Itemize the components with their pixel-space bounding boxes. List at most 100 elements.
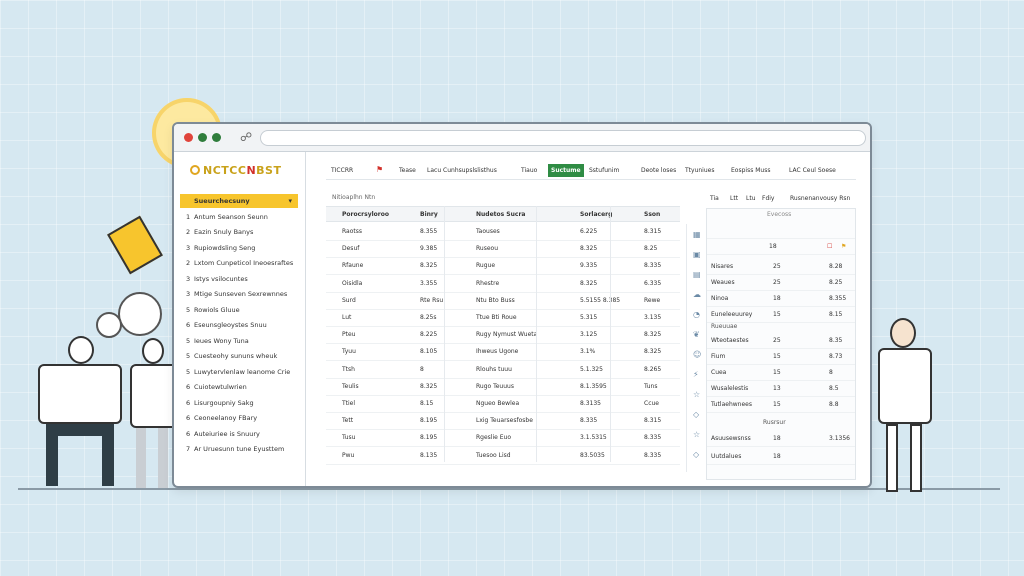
summary-tab[interactable]: Ltt xyxy=(730,195,738,202)
leaf-icon[interactable]: ❦ xyxy=(693,330,700,339)
sidebar-item[interactable]: 6 Lisurgoupniy Sakg xyxy=(180,396,298,410)
column-header[interactable]: Binry xyxy=(420,211,438,218)
summary-row: Wusalelestis 13 8.5 xyxy=(707,381,855,397)
sidebar-item[interactable]: 7 Ar Uruesunn tune Eyusttem xyxy=(180,442,298,456)
toolbar-item[interactable]: LAC Ceul Soese xyxy=(786,164,839,177)
sidebar-item-label: Rupiowdsling Seng xyxy=(194,243,256,252)
toolbar-item[interactable]: Tiauo xyxy=(518,164,540,177)
table-row[interactable]: Raotss 8.355 Taouses 6.225 8.315 xyxy=(326,224,680,241)
summary-tab[interactable]: Rusnenanvousy Rsn xyxy=(790,195,850,202)
sidebar-item[interactable]: 6 Ceoneelanoy FBary xyxy=(180,411,298,425)
table-row[interactable]: Tett 8.195 Lxig Teuarsesfosbe 8.335 8.315 xyxy=(326,413,680,431)
table-cell: 8 xyxy=(420,365,424,373)
table-cell: 8.355 xyxy=(420,228,438,235)
table-row[interactable]: Teulis 8.325 Rugo Teuuus 8.1.3595 Tuns xyxy=(326,379,680,396)
toolbar-item[interactable]: Lacu Cunhsupslslisthus xyxy=(424,164,500,177)
column-header[interactable]: Sson xyxy=(644,211,660,218)
summary-tab[interactable]: Fdiy xyxy=(762,195,774,202)
refresh-icon[interactable]: ☍ xyxy=(240,130,252,144)
address-bar[interactable] xyxy=(260,130,866,146)
sidebar-item-number: 7 xyxy=(186,445,191,453)
table-row[interactable]: Oisidla 3.355 Rhestre 8.325 6.335 xyxy=(326,276,680,293)
logo-icon xyxy=(190,165,200,175)
sidebar-item[interactable]: 3 Istys vsilocuntes xyxy=(180,272,298,286)
close-window-button[interactable] xyxy=(184,133,193,142)
table-cell: 8.325 xyxy=(420,382,438,390)
table-row[interactable]: Ttiel 8.15 Ngueo Bewlea 8.3135 Ccue xyxy=(326,396,680,413)
summary-tab[interactable]: Ltu xyxy=(746,195,756,202)
table-cell: Oisidla xyxy=(342,279,363,287)
sidebar-item[interactable]: 5 Cuesteohy sununs wheuk xyxy=(180,349,298,363)
drop-icon[interactable]: ◇ xyxy=(693,450,699,459)
table-row[interactable]: Pteu 8.225 Rugy Nymust Wueta 3.125 8.325 xyxy=(326,327,680,345)
sidebar-item-number: 6 xyxy=(186,414,191,422)
table-cell: 3.135 xyxy=(644,314,662,321)
main-content: ⚑ TICCRR Tease Lacu Cunhsupslslisthus Tiauo… xyxy=(316,152,870,486)
sidebar-item[interactable]: 2 Eazin Snuly Banys xyxy=(180,225,298,239)
summary-cell: 15 xyxy=(773,401,781,408)
star-icon[interactable]: ☆ xyxy=(693,430,700,439)
column-header[interactable]: Porocrsyloroo xyxy=(342,211,389,218)
table-row[interactable]: Lut 8.25s Ttue Bti Roue 5.315 3.135 xyxy=(326,310,680,327)
chevron-down-icon[interactable]: ▾ xyxy=(288,194,292,208)
table-row[interactable]: Surd Rte Rsu Ntu Bto Buss 5.5155 8.385 Rewe xyxy=(326,293,680,310)
chart-icon[interactable]: ▤ xyxy=(693,270,701,279)
table-cell: 8.325 xyxy=(580,245,598,253)
sidebar-item-label: Ar Uruesunn tune Eyusttem xyxy=(194,445,285,453)
table-cell: 3.125 xyxy=(580,331,598,339)
table-row[interactable]: Tyuu 8.105 Ihweus Ugone 3.1% 8.325 xyxy=(326,344,680,362)
table-cell: Tyuu xyxy=(342,348,356,356)
summary-caption: Evecoss xyxy=(767,211,792,218)
toolbar-item[interactable]: Sstufunim xyxy=(586,164,622,177)
toolbar-item[interactable]: Deote loses xyxy=(638,164,679,177)
toolbar-item[interactable]: Tease xyxy=(396,164,419,177)
summary-tabs: Tia Ltt Ltu Fdiy Rusnenanvousy Rsn xyxy=(706,194,856,206)
toolbar-item[interactable]: TICCRR xyxy=(328,164,356,177)
star-icon[interactable]: ☆ xyxy=(693,390,700,399)
summary-tab[interactable]: Tia xyxy=(710,195,719,202)
flag-icon[interactable]: ⚑ xyxy=(841,243,846,250)
column-header[interactable]: Nudetos Sucra xyxy=(476,211,525,218)
sidebar-item[interactable]: 5 Rowiols Gluue xyxy=(180,303,298,317)
box-icon[interactable]: ▣ xyxy=(693,250,701,259)
sidebar-item[interactable]: 6 Auteiuriee is Snuury xyxy=(180,427,298,441)
close-icon[interactable]: ☐ xyxy=(827,243,832,250)
table-cell: Tuns xyxy=(644,382,658,390)
toolbar-item[interactable]: Eospiss Muss xyxy=(728,164,773,177)
sidebar-item-number: 2 xyxy=(186,228,191,236)
user-icon[interactable]: ☺ xyxy=(693,350,701,359)
maximize-window-button[interactable] xyxy=(212,133,221,142)
sidebar-item[interactable]: 3 Rupiowdsling Seng xyxy=(180,241,298,255)
sidebar-item[interactable]: Sueurchecsuny ▾ xyxy=(180,194,298,208)
minimize-window-button[interactable] xyxy=(198,133,207,142)
bolt-icon[interactable]: ⚡ xyxy=(693,370,699,379)
table-cell: Tuesoo Lisd xyxy=(476,451,511,459)
table-row[interactable]: Pwu 8.135 Tuesoo Lisd 83.5035 8.335 xyxy=(326,448,680,465)
sidebar-item[interactable]: 1 Antum Seanson Seunn xyxy=(180,210,298,224)
sidebar-item[interactable]: 5 Luwytervlenlaw leanome Crie xyxy=(180,365,298,379)
sidebar-item-number: 5 xyxy=(186,336,191,345)
toolbar-item[interactable]: Ttyuniues xyxy=(682,164,717,177)
cloud-icon[interactable]: ☁ xyxy=(693,290,701,299)
sidebar-item[interactable]: 6 Eseunsgleoystes Snuu xyxy=(180,318,298,332)
table-row[interactable]: Tusu 8.195 Rgeslie Euo 3.1.5315 8.335 xyxy=(326,430,680,448)
gauge-icon[interactable]: ◔ xyxy=(693,310,700,319)
table-row[interactable]: Desuf 9.385 Ruseou 8.325 8.25 xyxy=(326,241,680,259)
sidebar-item[interactable]: 6 Cuiotewtulwrien xyxy=(180,380,298,394)
sidebar-item[interactable]: 3 Mtige Sunseven Sexrewnnes xyxy=(180,287,298,301)
browser-window: ☍ NCTCCNBST Sueurchecsuny ▾ 1 Antum Seanson… xyxy=(172,122,872,488)
toolbar-item[interactable]: Suctume xyxy=(548,164,584,177)
table-cell: 6.335 xyxy=(644,279,662,287)
calendar-icon[interactable]: ▦ xyxy=(693,230,701,239)
table-row[interactable]: Ttsh 8 Rlouhs tuuu 5.1.325 8.265 xyxy=(326,362,680,379)
summary-input-row[interactable] xyxy=(707,223,855,239)
drop-icon[interactable]: ◇ xyxy=(693,410,699,419)
summary-row: Uutdalues 18 xyxy=(707,449,855,465)
sidebar-item[interactable]: 2 Lxtom Cunpeticol Ineoesraftes xyxy=(180,256,298,270)
sidebar-item[interactable]: 5 Ieues Wony Tuna xyxy=(180,334,298,348)
table-row[interactable]: Rfaune 8.325 Rugue 9.335 8.335 xyxy=(326,258,680,276)
table-cell: 8.335 xyxy=(644,434,662,442)
column-header[interactable]: Sorlacerg xyxy=(580,211,612,218)
summary-cell: 8.28 xyxy=(829,263,843,270)
table-cell: Surd xyxy=(342,296,356,304)
